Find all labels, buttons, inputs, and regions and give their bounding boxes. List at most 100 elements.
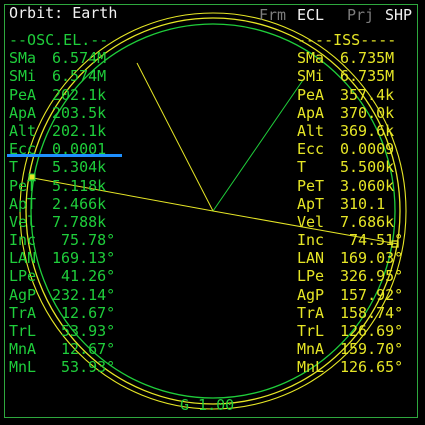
- element-label: LPe: [297, 267, 325, 286]
- element-value: 126.65°: [340, 358, 404, 377]
- element-label: LAN: [297, 249, 325, 268]
- element-row: Inc 75.78°: [9, 231, 115, 249]
- element-row: SMi 6.735M: [297, 67, 403, 85]
- element-row: ApT 2.466k: [9, 195, 115, 213]
- element-value: 5.118k: [52, 176, 107, 195]
- element-row: LAN 169.13°: [9, 249, 115, 267]
- element-row: Alt 369.6k: [297, 122, 403, 140]
- element-value: 53.93°: [52, 358, 116, 377]
- element-label: Inc: [297, 231, 325, 250]
- element-row: TrA 158.74°: [297, 304, 403, 322]
- element-value: 6.574M: [52, 49, 107, 68]
- element-value: 12.67°: [52, 303, 116, 322]
- element-value: 74.51°: [340, 231, 404, 250]
- element-row: LAN 169.03°: [297, 249, 403, 267]
- element-label: T: [9, 158, 19, 177]
- panel-heading: --OSC.EL.--: [9, 31, 109, 49]
- element-row: TrA 12.67°: [9, 304, 115, 322]
- element-label: LAN: [9, 249, 37, 268]
- osculating-elements-panel: --OSC.EL.-- SMa 6.574M SMi 6.574M PeA 202.1…: [9, 31, 115, 377]
- element-label: SMa: [297, 49, 325, 68]
- element-value: 202.1k: [52, 85, 107, 104]
- element-value: 370.0k: [340, 103, 395, 122]
- element-label: Alt: [297, 121, 325, 140]
- element-row: AgP 157.92°: [297, 286, 403, 304]
- element-row: Alt 202.1k: [9, 122, 115, 140]
- element-row: SMi 6.574M: [9, 67, 115, 85]
- element-value: 7.686k: [340, 212, 395, 231]
- projection-value[interactable]: SHP: [385, 7, 412, 24]
- element-value: 158.74°: [340, 303, 404, 322]
- frame-label[interactable]: Frm: [259, 7, 286, 24]
- element-row: LPe 41.26°: [9, 267, 115, 285]
- mfd-title: Orbit: Earth: [9, 4, 118, 22]
- element-label: Inc: [9, 231, 37, 250]
- element-value: 12.67°: [52, 340, 116, 359]
- element-row: PeA 357.4k: [297, 86, 403, 104]
- element-label: LPe: [9, 267, 37, 286]
- element-row: T 5.304k: [9, 158, 115, 176]
- projection-label[interactable]: Prj: [347, 7, 374, 24]
- element-value: 232.14°: [52, 285, 116, 304]
- element-value: 6.574M: [52, 67, 107, 86]
- element-label: MnL: [297, 358, 325, 377]
- element-value: 169.03°: [340, 249, 404, 268]
- element-label: MnA: [297, 340, 325, 359]
- element-row: MnA 12.67°: [9, 340, 115, 358]
- element-label: TrL: [9, 322, 37, 340]
- element-value: 53.93°: [52, 322, 116, 340]
- element-value: 326.95°: [340, 267, 404, 286]
- element-value: 6.735M: [340, 49, 395, 68]
- element-row: ApT 310.1: [297, 195, 403, 213]
- element-row: AgP 232.14°: [9, 286, 115, 304]
- element-row: Vel 7.788k: [9, 213, 115, 231]
- element-value: 159.70°: [340, 340, 404, 359]
- element-label: ApT: [9, 194, 37, 213]
- element-row: SMa 6.574M: [9, 49, 115, 67]
- element-value: 6.735M: [340, 67, 395, 86]
- element-label: PeT: [9, 176, 37, 195]
- element-label: ApA: [9, 103, 37, 122]
- element-label: T: [297, 158, 307, 177]
- panel-heading: ----ISS----: [297, 31, 397, 49]
- element-value: 157.92°: [340, 285, 404, 304]
- element-row: ApA 370.0k: [297, 104, 403, 122]
- element-label: TrA: [297, 303, 325, 322]
- element-label: PeA: [297, 85, 325, 104]
- element-row: Ecc 0.0009: [297, 140, 403, 158]
- element-value: 41.26°: [52, 267, 116, 286]
- element-label: MnA: [9, 340, 37, 359]
- element-value: 5.500k: [340, 158, 395, 177]
- element-label: PeA: [9, 85, 37, 104]
- own-vector-line-a: [136, 62, 214, 212]
- target-elements-panel: ----ISS---- SMa 6.735M SMi 6.735M PeA 357.4…: [297, 31, 403, 377]
- element-value: 7.788k: [52, 212, 107, 231]
- element-row: TrL 53.93°: [9, 322, 115, 340]
- element-value: 203.5k: [52, 103, 107, 122]
- frame-value[interactable]: ECL: [297, 7, 324, 24]
- element-row: SMa 6.735M: [297, 49, 403, 67]
- element-value: 202.1k: [52, 121, 107, 140]
- element-row: PeT 5.118k: [9, 177, 115, 195]
- element-value: 126.69°: [340, 322, 404, 340]
- element-row: LPe 326.95°: [297, 267, 403, 285]
- element-value: 75.78°: [52, 231, 116, 250]
- own-vector-line-b: [212, 79, 304, 212]
- element-label: Vel: [297, 212, 325, 231]
- element-row: ApA 203.5k: [9, 104, 115, 122]
- element-label: Vel: [9, 212, 37, 231]
- element-value: 169.13°: [52, 249, 116, 268]
- scale-readout: G 1.00: [180, 396, 235, 414]
- selection-underline: [7, 154, 122, 157]
- element-row: PeA 202.1k: [9, 86, 115, 104]
- element-value: 357.4k: [340, 85, 395, 104]
- element-row: MnL 53.93°: [9, 358, 115, 376]
- element-value: 310.1: [340, 194, 386, 213]
- element-row: Vel 7.686k: [297, 213, 403, 231]
- element-label: Ecc: [297, 140, 325, 159]
- element-value: 3.060k: [340, 176, 395, 195]
- element-label: MnL: [9, 358, 37, 377]
- element-label: ApT: [297, 194, 325, 213]
- element-label: PeT: [297, 176, 325, 195]
- element-row: T 5.500k: [297, 158, 403, 176]
